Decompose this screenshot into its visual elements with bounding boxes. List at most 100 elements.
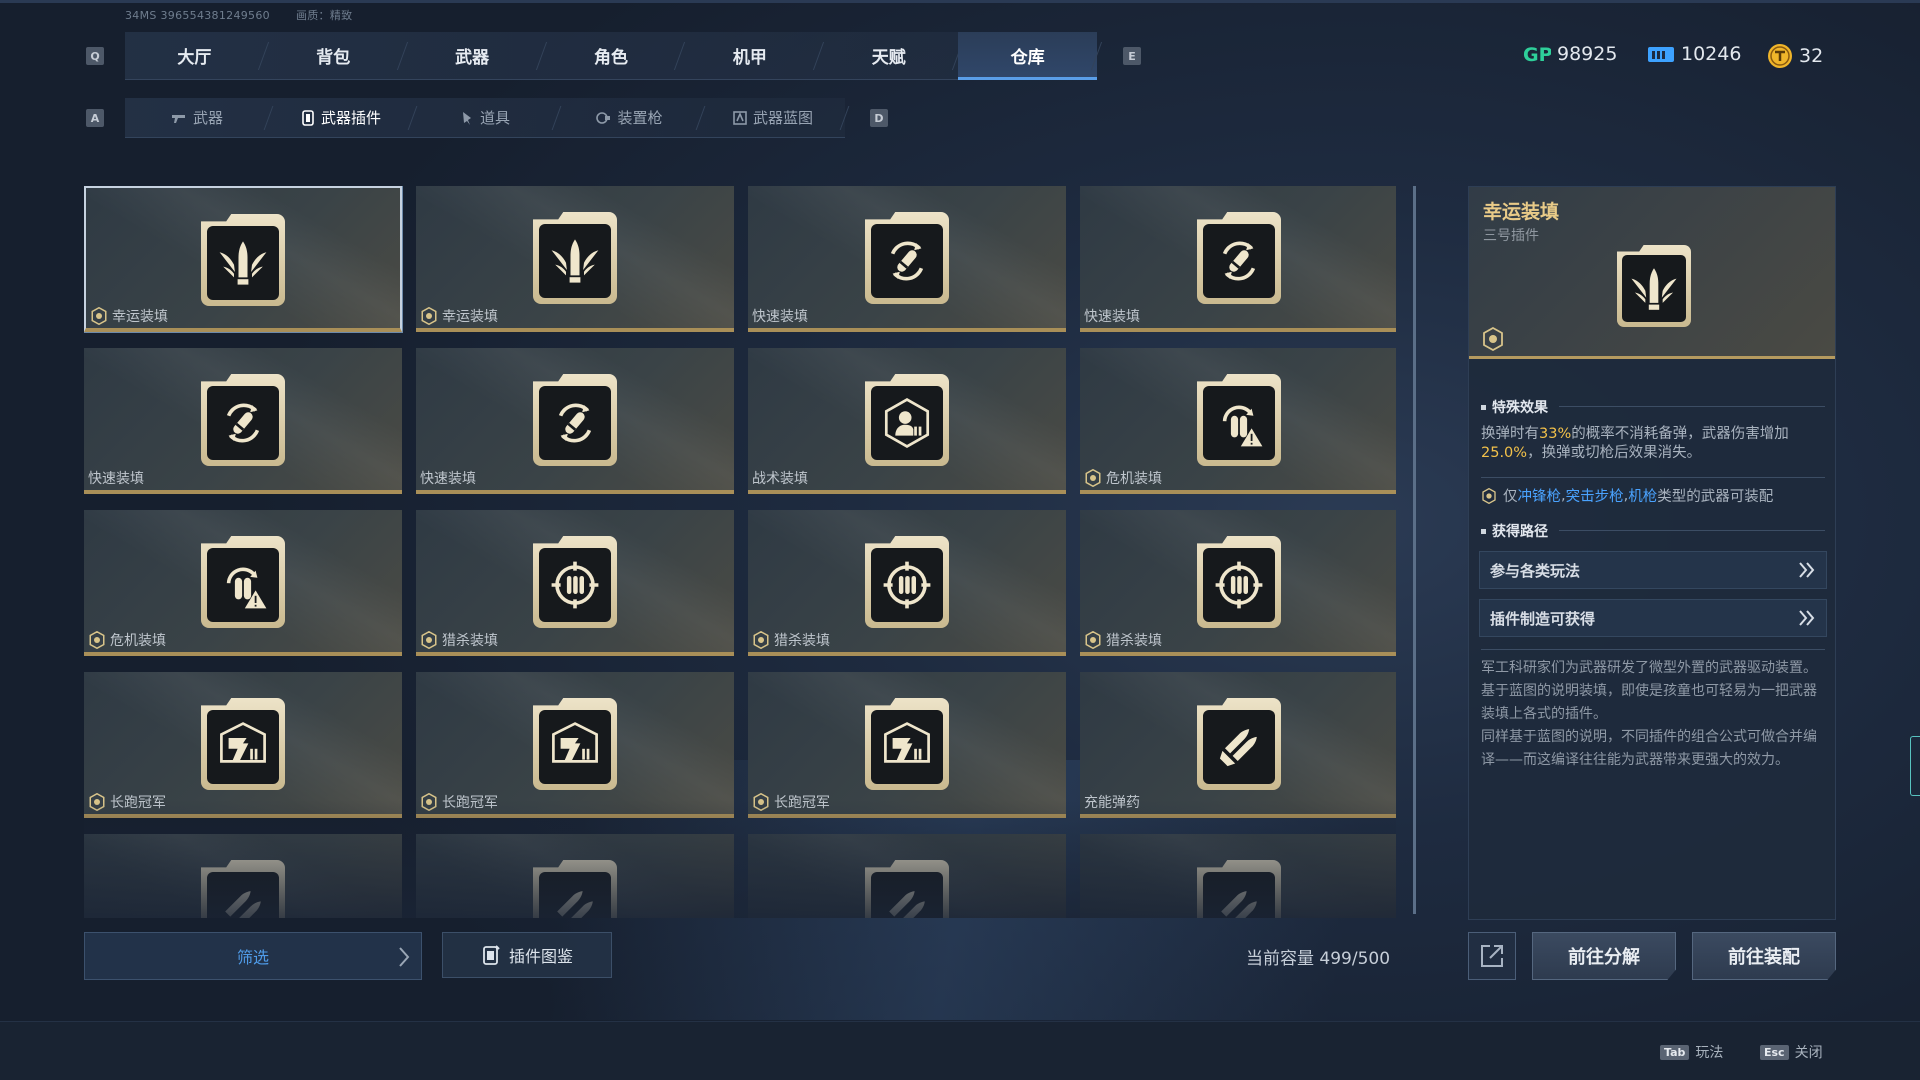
plugin-name: 快速装填 <box>88 471 144 487</box>
plugin-card-label: 猎杀装填 <box>1084 630 1162 650</box>
tab-mecha[interactable]: 机甲 <box>680 32 819 79</box>
lucky-reload-icon <box>1617 245 1691 327</box>
detail-header: 幸运装填 三号插件 <box>1469 187 1835 359</box>
hint-esc[interactable]: Esc 关闭 <box>1760 1042 1823 1062</box>
hunt-reload-icon <box>865 536 949 628</box>
plugin-card[interactable]: 危机装填 <box>84 510 402 656</box>
detail-subtitle: 三号插件 <box>1483 228 1539 244</box>
double-chevron-icon <box>1798 609 1816 627</box>
equipped-gear-icon <box>1481 327 1505 351</box>
restriction-pre: 仅 <box>1503 489 1518 505</box>
plugin-card[interactable]: 猎杀装填 <box>1080 510 1396 656</box>
marathon-icon <box>201 698 285 790</box>
hint-tab[interactable]: Tab 玩法 <box>1660 1042 1723 1062</box>
tab-weapons[interactable]: 武器 <box>403 32 542 79</box>
fast-reload-icon <box>533 374 617 466</box>
tab-lobby[interactable]: 大厅 <box>125 32 264 79</box>
plugin-card-label: 快速装填 <box>752 306 808 326</box>
plugin-card[interactable]: 快速装填 <box>84 348 402 494</box>
special-effect-heading: 特殊效果 <box>1481 397 1548 417</box>
currency-ticket: 10246 <box>1647 43 1741 65</box>
description-paragraph: 同样基于蓝图的说明，不同插件的组合公式可做合并编译——而这编译往往能为武器带来更… <box>1481 729 1817 768</box>
capacity-text: 当前容量 499/500 <box>1246 949 1391 969</box>
equipped-gear-icon <box>88 631 106 649</box>
plugin-name: 快速装填 <box>420 471 476 487</box>
plugin-card[interactable]: 猎杀装填 <box>416 510 734 656</box>
tab-backpack[interactable]: 背包 <box>264 32 403 79</box>
next-subtab-key[interactable]: D <box>870 109 888 127</box>
subtab-device-guns[interactable]: 装置枪 <box>557 98 701 137</box>
plugin-card[interactable]: 战术装填 <box>748 348 1066 494</box>
plugin-card[interactable]: 幸运装填 <box>416 186 734 332</box>
top-border <box>0 0 1920 3</box>
route-gameplay[interactable]: 参与各类玩法 <box>1479 551 1827 589</box>
grid-scrollbar[interactable] <box>1413 186 1416 914</box>
prev-tab-key[interactable]: Q <box>86 47 104 65</box>
marathon-icon <box>533 698 617 790</box>
fast-reload-icon <box>865 212 949 304</box>
equipped-gear-icon <box>90 307 108 325</box>
lucky-reload-icon <box>201 214 285 306</box>
special-effect-title: 特殊效果 <box>1492 400 1548 416</box>
plugin-card[interactable]: 长跑冠军 <box>416 672 734 818</box>
plugin-card[interactable]: 危机装填 <box>1080 348 1396 494</box>
divider <box>1481 649 1825 650</box>
plugin-name: 猎杀装填 <box>442 633 498 649</box>
restriction-post: 类型的武器可装配 <box>1657 489 1774 505</box>
prev-subtab-key[interactable]: A <box>86 109 104 127</box>
plugin-card[interactable]: 长跑冠军 <box>84 672 402 818</box>
subtab-label: 装置枪 <box>617 109 663 127</box>
plugin-atlas-button[interactable]: 插件图鉴 <box>442 932 612 978</box>
plugin-description: 军工科研家们为武器研发了微型外置的武器驱动装置。 基于蓝图的说明装填，即使是孩童也… <box>1481 657 1827 772</box>
effect-pre: 换弹时有 <box>1481 426 1539 442</box>
subtab-items[interactable]: 道具 <box>413 98 557 137</box>
sub-tabs: 武器 武器插件 道具 装置枪 武器蓝图 <box>125 98 845 138</box>
build-id: 34MS 396554381249560 <box>125 9 270 22</box>
filter-button[interactable]: 筛选 <box>84 932 422 980</box>
atlas-icon <box>481 944 501 966</box>
dismantle-button[interactable]: 前往分解 <box>1532 932 1676 980</box>
equip-button[interactable]: 前往装配 <box>1692 932 1836 980</box>
tab-talents[interactable]: 天赋 <box>819 32 958 79</box>
route-crafting[interactable]: 插件制造可获得 <box>1479 599 1827 637</box>
currency-coin: 32 <box>1767 43 1823 69</box>
plugin-card-label: 危机装填 <box>88 630 166 650</box>
plugin-card[interactable]: 充能弹药 <box>1080 672 1396 818</box>
open-external-button[interactable] <box>1468 932 1516 980</box>
crisis-reload-icon <box>1197 374 1281 466</box>
ticket-icon <box>1647 43 1675 65</box>
plugin-name: 猎杀装填 <box>774 633 830 649</box>
main-tabs: 大厅 背包 武器 角色 机甲 天赋 仓库 <box>125 32 1098 80</box>
hunt-reload-icon <box>1197 536 1281 628</box>
plugin-card-label: 快速装填 <box>420 468 476 488</box>
tab-warehouse[interactable]: 仓库 <box>958 32 1098 80</box>
subtab-weapons[interactable]: 武器 <box>125 98 269 137</box>
lucky-reload-icon <box>533 212 617 304</box>
restriction-smg: 冲锋枪 <box>1517 489 1562 505</box>
subtab-weapon-plugins[interactable]: 武器插件 <box>269 98 413 137</box>
charged-ammo-icon <box>1197 698 1281 790</box>
plugin-card[interactable]: 幸运装填 <box>84 186 402 332</box>
plugin-card[interactable]: 快速装填 <box>1080 186 1396 332</box>
plugin-card[interactable]: 快速装填 <box>416 348 734 494</box>
route-label: 插件制造可获得 <box>1490 609 1596 628</box>
special-effect-text: 换弹时有33%的概率不消耗备弹，武器伤害增加 25.0%，换弹或切枪后效果消失。 <box>1481 425 1827 463</box>
next-tab-key[interactable]: E <box>1123 47 1141 65</box>
subtab-label: 武器 <box>192 109 223 127</box>
subtab-label: 武器蓝图 <box>752 109 813 127</box>
plugin-card[interactable]: 快速装填 <box>748 186 1066 332</box>
plugin-name: 幸运装填 <box>112 309 168 325</box>
tab-characters[interactable]: 角色 <box>542 32 681 79</box>
crisis-reload-icon <box>201 536 285 628</box>
plugin-card[interactable]: 猎杀装填 <box>748 510 1066 656</box>
grid-fade <box>84 800 1396 918</box>
subtab-blueprints[interactable]: 武器蓝图 <box>701 98 845 137</box>
plugin-card-label: 幸运装填 <box>420 306 498 326</box>
plugin-card-label: 战术装填 <box>752 468 808 488</box>
equipped-gear-icon <box>420 307 438 325</box>
side-drawer-handle[interactable] <box>1910 736 1920 796</box>
obtain-heading: 获得路径 <box>1481 521 1548 541</box>
plugin-card[interactable]: 长跑冠军 <box>748 672 1066 818</box>
plugin-card-label: 猎杀装填 <box>420 630 498 650</box>
restriction-gear-icon <box>1481 487 1497 504</box>
